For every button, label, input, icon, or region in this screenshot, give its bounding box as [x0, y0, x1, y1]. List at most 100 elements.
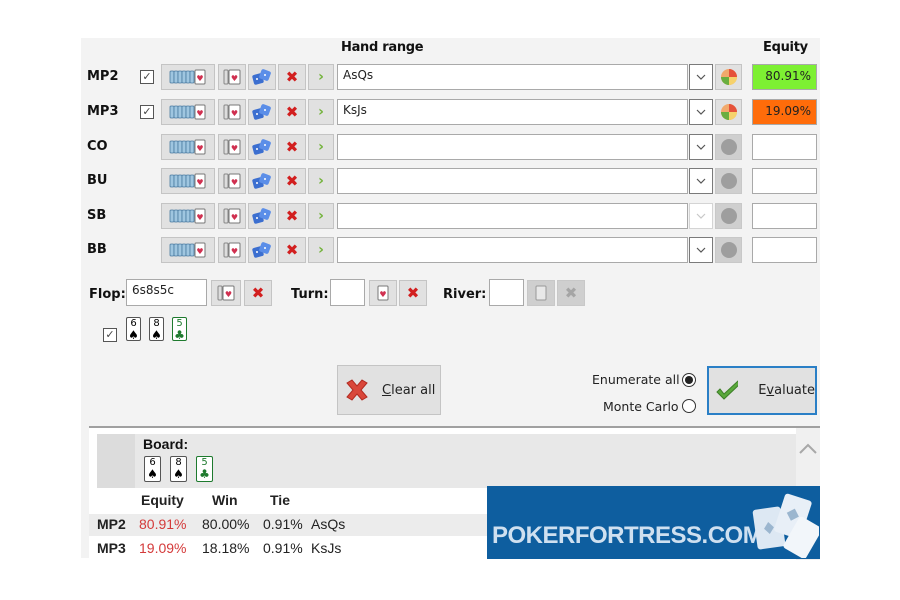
result-tie: 0.91%: [263, 540, 303, 556]
card-picker-button[interactable]: ♥: [218, 168, 246, 194]
range-stats-button[interactable]: [715, 168, 742, 194]
hand-range-input[interactable]: KsJs: [337, 99, 688, 125]
next-button[interactable]: ›: [308, 168, 334, 194]
card-picker-button[interactable]: ♥: [218, 134, 246, 160]
equity-value: 19.09%: [752, 99, 817, 125]
next-button[interactable]: ›: [308, 134, 334, 160]
clear-range-button[interactable]: ✖: [278, 134, 306, 160]
card-picker-button[interactable]: ♥: [218, 203, 246, 229]
clear-all-button[interactable]: Clear all: [337, 365, 441, 415]
arrow-right-icon: ›: [318, 208, 324, 224]
range-dropdown[interactable]: [689, 168, 713, 194]
range-dropdown[interactable]: [689, 99, 713, 125]
range-stats-button[interactable]: [715, 203, 742, 229]
hand-range-input[interactable]: AsQs: [337, 64, 688, 90]
card-picker-button[interactable]: ♥: [218, 99, 246, 125]
svg-text:♥: ♥: [196, 247, 203, 256]
next-button[interactable]: ›: [308, 64, 334, 90]
random-hand-button[interactable]: [248, 237, 276, 263]
chevron-down-icon: [696, 74, 706, 80]
svg-text:♥: ♥: [225, 290, 232, 299]
position-label: CO: [87, 139, 108, 154]
range-stats-button[interactable]: [715, 134, 742, 160]
random-hand-button[interactable]: [248, 99, 276, 125]
dice-icon: [252, 104, 271, 120]
red-x-icon: ✖: [285, 172, 299, 190]
flop-card-picker-button[interactable]: ♥: [211, 280, 241, 306]
board-card[interactable]: 5 ♣: [172, 317, 187, 341]
equity-value: 80.91%: [752, 64, 817, 90]
hand-range-input[interactable]: [337, 168, 688, 194]
random-hand-button[interactable]: [248, 203, 276, 229]
range-stats-button[interactable]: [715, 237, 742, 263]
turn-input[interactable]: [330, 279, 365, 306]
range-stats-button[interactable]: [715, 64, 742, 90]
range-matrix-button[interactable]: ♥: [161, 168, 215, 194]
result-tie: 0.91%: [263, 516, 303, 532]
flop-clear-button[interactable]: ✖: [244, 280, 272, 306]
next-button[interactable]: ›: [308, 99, 334, 125]
player-checkbox[interactable]: ✓: [140, 105, 154, 119]
clear-range-button[interactable]: ✖: [278, 237, 306, 263]
range-dropdown[interactable]: [689, 134, 713, 160]
range-matrix-button[interactable]: ♥: [161, 134, 215, 160]
result-position: MP3: [97, 540, 126, 556]
clear-range-button[interactable]: ✖: [278, 99, 306, 125]
card-suit-icon: ♠: [147, 467, 158, 481]
turn-clear-button[interactable]: ✖: [399, 280, 427, 306]
result-win: 18.18%: [202, 540, 250, 556]
equity-header: Equity: [763, 40, 808, 55]
clear-range-button[interactable]: ✖: [278, 168, 306, 194]
random-hand-button[interactable]: [248, 64, 276, 90]
arrow-right-icon: ›: [318, 139, 324, 155]
card-picker-button[interactable]: ♥: [218, 64, 246, 90]
random-hand-button[interactable]: [248, 134, 276, 160]
hand-range-input[interactable]: [337, 134, 688, 160]
next-button[interactable]: ›: [308, 237, 334, 263]
card-icon: ♥: [223, 69, 241, 85]
col-equity: Equity: [141, 492, 184, 508]
svg-text:♥: ♥: [231, 74, 238, 83]
position-label: BB: [87, 242, 107, 257]
river-label: River:: [443, 287, 487, 302]
card-suit-icon: ♣: [199, 467, 210, 481]
range-dropdown[interactable]: [689, 64, 713, 90]
hand-range-input[interactable]: [337, 237, 688, 263]
range-matrix-button[interactable]: ♥: [161, 99, 215, 125]
card-picker-button[interactable]: ♥: [218, 237, 246, 263]
range-matrix-button[interactable]: ♥: [161, 203, 215, 229]
clear-range-button[interactable]: ✖: [278, 64, 306, 90]
next-button[interactable]: ›: [308, 203, 334, 229]
card-icon: [535, 285, 547, 301]
watermark-banner: POKERFORTRESS.COM: [487, 486, 820, 559]
card-deck-icon: ♥: [169, 104, 206, 120]
river-card-picker-button[interactable]: [527, 280, 555, 306]
monte-carlo-radio[interactable]: [682, 399, 696, 413]
range-dropdown[interactable]: [689, 237, 713, 263]
player-checkbox[interactable]: ✓: [140, 70, 154, 84]
range-matrix-button[interactable]: ♥: [161, 64, 215, 90]
range-stats-button[interactable]: [715, 99, 742, 125]
board-card[interactable]: 6 ♠: [126, 317, 141, 341]
svg-text:♥: ♥: [379, 290, 386, 299]
gray-x-icon: ✖: [564, 284, 578, 302]
hand-range-input[interactable]: [337, 203, 688, 229]
enumerate-all-radio[interactable]: [682, 373, 696, 387]
board-summary: Board: 6 ♠ 8 ♠ 5 ♣: [97, 434, 797, 488]
flop-input[interactable]: 6s8s5c: [126, 279, 207, 306]
range-dropdown[interactable]: [689, 203, 713, 229]
random-hand-button[interactable]: [248, 168, 276, 194]
evaluate-button[interactable]: Evaluate: [707, 366, 817, 415]
river-input[interactable]: [489, 279, 524, 306]
board-checkbox[interactable]: ✓: [103, 328, 117, 342]
player-row-bu: BU ♥ ♥ ✖ ›: [81, 167, 820, 195]
range-matrix-button[interactable]: ♥: [161, 237, 215, 263]
turn-card-picker-button[interactable]: ♥: [369, 280, 397, 306]
card-icon: ♥: [377, 285, 389, 301]
scroll-up-icon[interactable]: [798, 442, 818, 456]
clear-range-button[interactable]: ✖: [278, 203, 306, 229]
river-clear-button[interactable]: ✖: [557, 280, 585, 306]
player-row-sb: SB ♥ ♥ ✖ ›: [81, 202, 820, 230]
board-card[interactable]: 8 ♠: [149, 317, 164, 341]
card-deck-icon: ♥: [169, 69, 206, 85]
